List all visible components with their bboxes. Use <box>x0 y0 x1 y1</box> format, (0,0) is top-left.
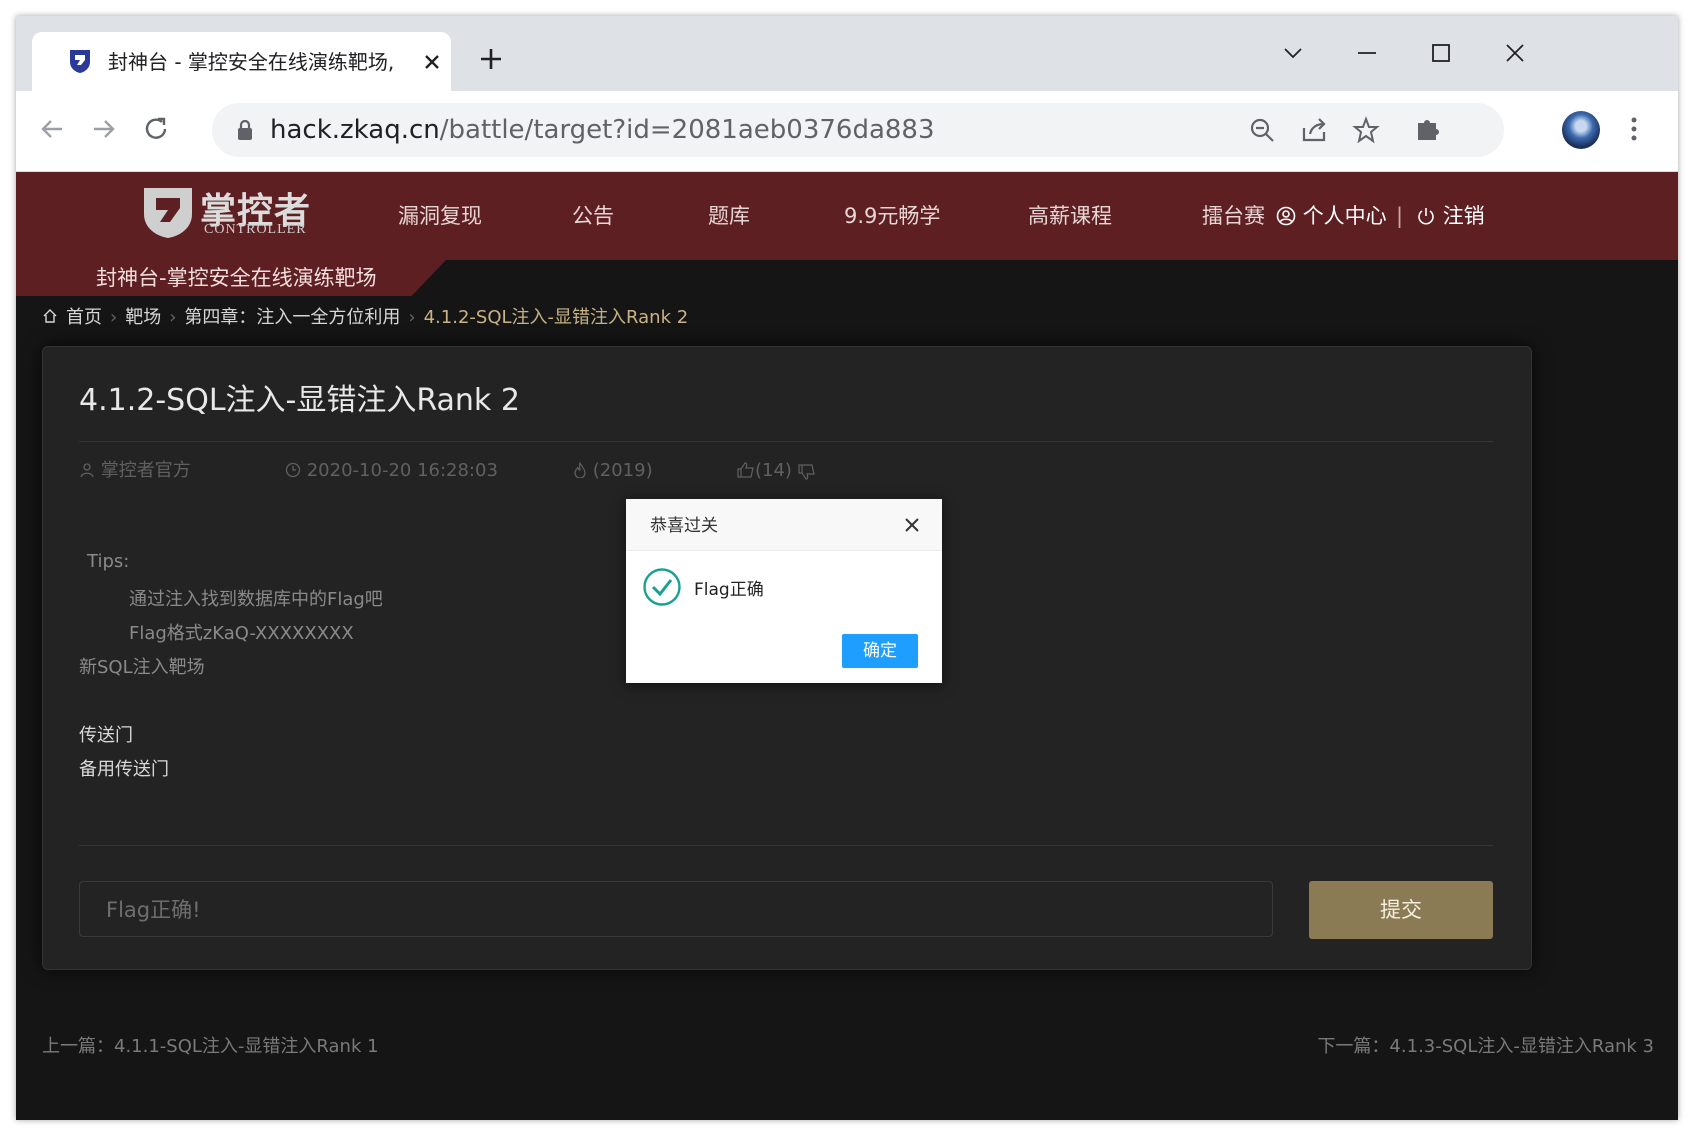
browser-toolbar: hack.zkaq.cn/battle/target?id=2081aeb037… <box>16 91 1678 172</box>
forward-icon[interactable] <box>86 111 122 147</box>
maximize-icon[interactable] <box>1424 36 1458 70</box>
site-logo[interactable]: 掌控者 CONTROLLER <box>140 180 350 246</box>
minimize-icon[interactable] <box>1350 36 1384 70</box>
date-meta: 2020-10-20 16:28:03 <box>285 457 498 485</box>
close-icon[interactable] <box>420 50 444 74</box>
submit-button[interactable]: 提交 <box>1309 881 1493 939</box>
star-icon[interactable] <box>1352 116 1380 144</box>
share-icon[interactable] <box>1300 116 1328 144</box>
user-center-label: 个人中心 <box>1302 204 1387 228</box>
user-icon <box>1276 206 1296 226</box>
logo-subtext: CONTROLLER <box>204 222 307 237</box>
thumb-down-icon[interactable] <box>798 464 816 480</box>
extensions-icon[interactable] <box>1412 113 1444 145</box>
prev-article-link[interactable]: 上一篇：4.1.1-SQL注入-显错注入Rank 1 <box>42 1032 379 1058</box>
home-icon <box>43 309 57 323</box>
breadcrumb-arena[interactable]: 靶场 <box>125 307 161 328</box>
logout-link[interactable]: 注销 <box>1416 200 1485 232</box>
nav-item-announcement[interactable]: 公告 <box>572 200 614 232</box>
sub-banner-text: 封神台-掌控安全在线演练靶场 <box>96 266 377 290</box>
breadcrumb-separator: › <box>169 307 177 328</box>
breadcrumb-home[interactable]: 首页 <box>66 307 102 328</box>
avatar[interactable] <box>1562 111 1600 149</box>
tip-line: 通过注入找到数据库中的Flag吧 <box>129 589 383 610</box>
tab-title: 封神台 - 掌控安全在线演练靶场, <box>108 50 395 74</box>
close-icon[interactable] <box>902 515 922 535</box>
browser-tab-active[interactable]: 封神台 - 掌控安全在线演练靶场, <box>32 32 451 91</box>
nav-item-promo[interactable]: 9.9元畅学 <box>844 200 940 232</box>
logout-label: 注销 <box>1442 204 1485 228</box>
nav-item-question-bank[interactable]: 题库 <box>708 200 750 232</box>
tips-label: Tips: <box>87 551 130 572</box>
author-meta: 掌控者官方 <box>79 457 191 485</box>
chevron-down-icon[interactable] <box>1276 36 1310 70</box>
portal-link[interactable]: 传送门 <box>79 721 133 747</box>
divider <box>79 441 1493 442</box>
lock-icon[interactable] <box>236 119 254 141</box>
site-header: 掌控者 CONTROLLER 漏洞复现 公告 题库 9.9元畅学 高薪课程 擂台… <box>16 172 1678 260</box>
check-circle-icon <box>643 568 681 606</box>
backup-portal-link[interactable]: 备用传送门 <box>79 755 169 781</box>
breadcrumb-separator: › <box>408 307 416 328</box>
likes-meta: (14) <box>737 457 816 485</box>
like-count: (14) <box>755 460 792 481</box>
back-icon[interactable] <box>34 111 70 147</box>
nav-item-arena[interactable]: 擂台赛 <box>1202 200 1265 232</box>
ok-button[interactable]: 确定 <box>842 634 918 668</box>
close-window-icon[interactable] <box>1498 36 1532 70</box>
logo-shield-icon <box>144 188 192 238</box>
dialog-header: 恭喜过关 <box>626 499 942 551</box>
thumb-up-icon[interactable] <box>737 462 755 478</box>
breadcrumb-separator: › <box>110 307 118 328</box>
reload-icon[interactable] <box>138 111 174 147</box>
breadcrumb-chapter[interactable]: 第四章：注入一全方位利用 <box>184 307 400 328</box>
nav-divider: | <box>1396 204 1404 228</box>
user-center-link[interactable]: 个人中心 <box>1276 200 1387 232</box>
sub-banner: 封神台-掌控安全在线演练靶场 <box>16 260 446 296</box>
breadcrumb-current: 4.1.2-SQL注入-显错注入Rank 2 <box>423 307 689 328</box>
plus-icon[interactable] <box>476 44 506 74</box>
author-name: 掌控者官方 <box>100 460 191 481</box>
url-host: hack.zkaq.cn <box>270 115 440 145</box>
views-meta: (2019) <box>573 457 653 485</box>
user-icon <box>80 463 94 478</box>
tab-strip: 封神台 - 掌控安全在线演练靶场, <box>16 16 1678 91</box>
success-dialog: 恭喜过关 Flag正确 确定 <box>626 499 942 683</box>
more-icon[interactable] <box>1618 113 1650 145</box>
tip-line: Flag格式zKaQ-XXXXXXXX <box>129 623 354 644</box>
url-text[interactable]: hack.zkaq.cn/battle/target?id=2081aeb037… <box>270 112 935 148</box>
power-icon <box>1418 208 1434 225</box>
dialog-title: 恭喜过关 <box>650 516 718 536</box>
clock-icon <box>285 462 301 478</box>
post-datetime: 2020-10-20 16:28:03 <box>306 460 498 481</box>
page-title: 4.1.2-SQL注入-显错注入Rank 2 <box>79 383 520 418</box>
zoom-icon[interactable] <box>1248 116 1276 144</box>
flag-input[interactable]: Flag正确! <box>79 881 1273 937</box>
fire-icon <box>574 461 586 479</box>
view-count: (2019) <box>592 460 653 481</box>
nav-item-vuln-repro[interactable]: 漏洞复现 <box>398 200 482 232</box>
breadcrumb: 首页 › 靶场 › 第四章：注入一全方位利用 › 4.1.2-SQL注入-显错注入Rank … <box>42 302 688 334</box>
url-path: /battle/target?id=2081aeb0376da883 <box>439 115 935 145</box>
divider <box>79 845 1493 846</box>
next-article-link[interactable]: 下一篇：4.1.3-SQL注入-显错注入Rank 3 <box>1317 1032 1654 1058</box>
address-bar[interactable]: hack.zkaq.cn/battle/target?id=2081aeb037… <box>212 103 1504 157</box>
shield-favicon-icon <box>70 50 90 73</box>
dialog-message: Flag正确 <box>694 580 764 600</box>
nav-item-courses[interactable]: 高薪课程 <box>1028 200 1112 232</box>
note-text: 新SQL注入靶场 <box>79 657 205 678</box>
